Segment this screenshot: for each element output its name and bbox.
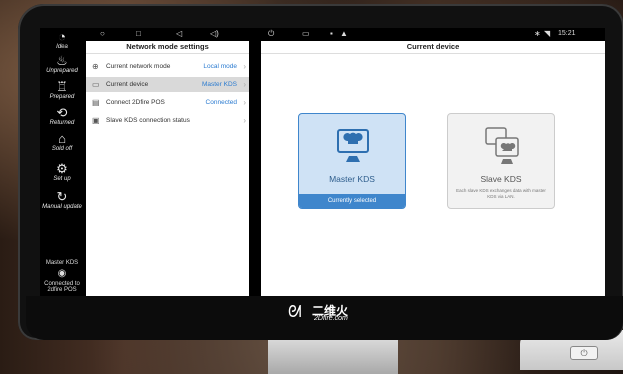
sidebar-item-label: Returned <box>49 120 75 126</box>
selected-badge: Currently selected <box>299 194 405 208</box>
clock: 15:21 <box>558 30 576 37</box>
refresh-icon: ↻ <box>56 189 68 204</box>
setting-value: Connected <box>205 99 237 106</box>
power-icon: ⏻ <box>268 29 275 38</box>
chevron-right-icon: › <box>243 116 246 125</box>
sidebar-item-label: Set up <box>53 176 71 182</box>
circle-icon: ○ <box>100 29 105 38</box>
prepared-icon: ♖ <box>56 79 68 94</box>
setting-row-slave-status[interactable]: ▣ Slave KDS connection status › <box>86 113 249 128</box>
chevron-right-icon: › <box>243 62 246 71</box>
card-description: Each slave KDS exchanges data with maste… <box>456 188 546 199</box>
sidebar: ◔ Idea ♨ Unprepared ♖ Prepared ⟲ Returne… <box>40 28 84 296</box>
status-bar: ○ □ ◁ ◁) ⏻ ▭ ▪ ▲ ∗ ◥ 15:21 <box>40 28 605 40</box>
sidebar-item-label: Sold off <box>51 146 73 152</box>
chevron-right-icon: › <box>243 98 246 107</box>
device-mode-indicator: Master KDS ◉ Connected to 2dfire POS <box>40 260 84 293</box>
sidebar-item-label: Manual update <box>42 204 82 210</box>
square-icon: □ <box>136 29 141 38</box>
device-icon: ▭ <box>92 80 100 89</box>
globe-icon: ◉ <box>57 268 67 279</box>
lock-icon: ▪ <box>330 29 333 38</box>
panel-title: Current device <box>261 41 605 54</box>
setting-label: Slave KDS connection status <box>106 117 190 124</box>
idea-icon: ◔ <box>58 29 66 44</box>
setting-label: Current network mode <box>106 63 171 70</box>
panel-divider <box>249 41 261 296</box>
pos-icon: ▤ <box>92 98 100 107</box>
sidebar-item-returned[interactable]: ⟲ Returned <box>40 106 84 126</box>
flame-logo-icon: ᘛ <box>288 304 302 321</box>
card-title: Master KDS <box>329 174 375 184</box>
sold-off-icon: ⌂ <box>58 131 66 146</box>
multi-monitor-icon <box>485 127 519 164</box>
globe-icon: ⊕ <box>92 62 99 71</box>
sidebar-item-set-up[interactable]: ⚙ Set up <box>40 162 84 182</box>
connection-status-label: Connected to 2dfire POS <box>44 281 80 293</box>
brand-name-en: 2Dfire.com <box>314 315 348 322</box>
setting-row-connect-pos[interactable]: ▤ Connect 2Dfire POS Connected › <box>86 95 249 110</box>
setting-label: Connect 2Dfire POS <box>106 99 165 106</box>
setting-row-network-mode[interactable]: ⊕ Current network mode Local mode › <box>86 59 249 74</box>
power-button[interactable]: ⏻ <box>570 346 598 360</box>
brand-logo: ᘛ 二维火 2Dfire.com <box>288 302 368 326</box>
device-mode-label: Master KDS <box>45 260 79 266</box>
sidebar-item-prepared[interactable]: ♖ Prepared <box>40 80 84 100</box>
sidebar-item-manual-update[interactable]: ↻ Manual update <box>40 190 84 210</box>
sidebar-item-label: Prepared <box>49 94 75 100</box>
link-icon: ▣ <box>92 116 100 125</box>
sidebar-item-label: Idea <box>56 44 68 50</box>
setting-label: Current device <box>106 81 149 88</box>
chevron-right-icon: › <box>243 80 246 89</box>
master-kds-card[interactable]: Master KDS Currently selected <box>298 113 406 209</box>
network-settings-panel: Network mode settings ⊕ Current network … <box>86 41 249 296</box>
wifi-icon: ◥ <box>544 29 551 38</box>
device-stand <box>268 340 398 374</box>
current-device-panel: Current device Master KDS Currently sele… <box>261 41 605 296</box>
card-title: Slave KDS <box>480 174 522 184</box>
screenshot-icon: ▭ <box>302 29 310 38</box>
sidebar-item-sold-off[interactable]: ⌂ Sold off <box>40 132 84 152</box>
sidebar-item-idea[interactable]: ◔ Idea <box>40 30 84 50</box>
panel-title: Network mode settings <box>86 41 249 54</box>
sidebar-item-label: Unprepared <box>46 68 78 74</box>
bluetooth-icon: ∗ <box>534 29 541 38</box>
returned-icon: ⟲ <box>56 105 68 120</box>
volume-up-icon: ◁) <box>210 29 219 38</box>
monitor-chef-icon <box>337 129 369 162</box>
sidebar-item-unprepared[interactable]: ♨ Unprepared <box>40 54 84 74</box>
warning-icon: ▲ <box>340 29 348 38</box>
gear-icon: ⚙ <box>56 161 68 176</box>
volume-icon: ◁ <box>176 29 183 38</box>
setting-value: Master KDS <box>201 81 237 88</box>
setting-row-current-device[interactable]: ▭ Current device Master KDS › <box>86 77 249 92</box>
setting-value: Local mode <box>203 63 237 70</box>
unprepared-icon: ♨ <box>56 53 68 68</box>
slave-kds-card[interactable]: Slave KDS Each slave KDS exchanges data … <box>447 113 555 209</box>
kds-screen: ○ □ ◁ ◁) ⏻ ▭ ▪ ▲ ∗ ◥ 15:21 ◔ Idea ♨ Unpr… <box>40 28 605 296</box>
